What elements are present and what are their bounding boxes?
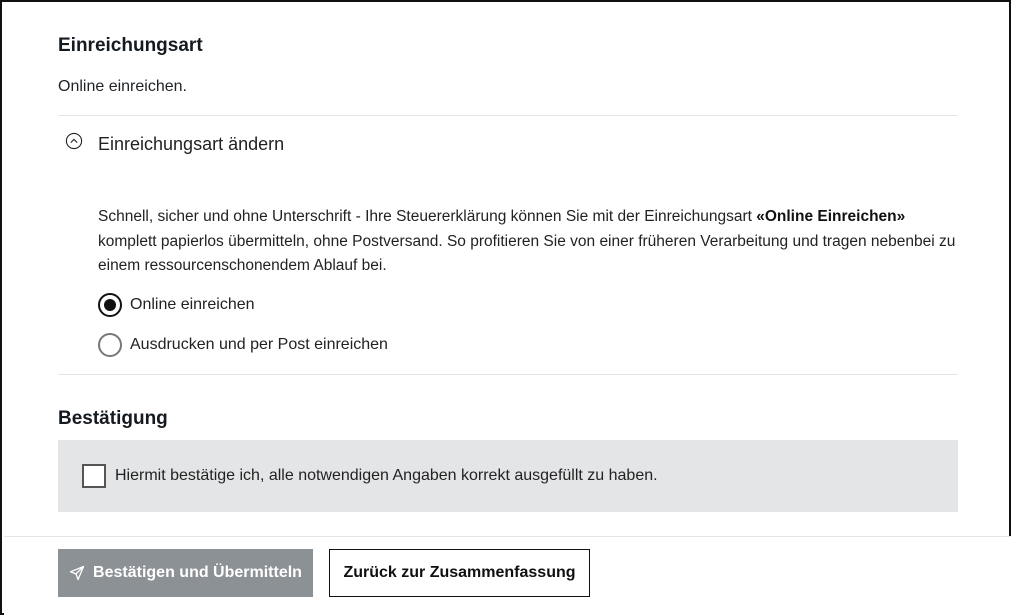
back-to-summary-button[interactable]: Zurück zur Zusammenfassung	[329, 549, 590, 597]
action-footer: Bestätigen und Übermitteln Zurück zur Zu…	[4, 536, 1011, 615]
submission-description: Schnell, sicher und ohne Unterschrift - …	[98, 205, 958, 279]
confirmation-section-title: Bestätigung	[58, 408, 168, 429]
send-icon	[69, 565, 85, 581]
submission-section-title: Einreichungsart	[58, 35, 203, 56]
confirmation-checkbox-label: Hiermit bestätige ich, alle notwendigen …	[115, 467, 658, 484]
radio-label-online: Online einreichen	[130, 296, 255, 313]
radio-button-post[interactable]	[98, 333, 122, 357]
confirmation-box: Hiermit bestätige ich, alle notwendigen …	[58, 440, 958, 512]
confirmation-checkbox[interactable]	[82, 464, 106, 488]
submission-current-value: Online einreichen.	[58, 78, 187, 95]
change-submission-label: Einreichungsart ändern	[98, 134, 285, 154]
divider	[58, 374, 958, 375]
description-text-1: Schnell, sicher und ohne Unterschrift - …	[98, 208, 757, 225]
radio-button-online[interactable]	[98, 293, 122, 317]
submit-button-label: Bestätigen und Übermitteln	[93, 564, 302, 581]
change-submission-toggle[interactable]: Einreichungsart ändern	[58, 128, 958, 162]
chevron-up-circle-icon	[65, 132, 83, 150]
confirmation-checkbox-row[interactable]: Hiermit bestätige ich, alle notwendigen …	[82, 464, 658, 488]
divider	[58, 115, 958, 116]
page-frame: Einreichungsart Online einreichen. Einre…	[0, 0, 1011, 615]
submit-button[interactable]: Bestätigen und Übermitteln	[58, 549, 313, 597]
description-emphasis: «Online Einreichen»	[756, 208, 906, 225]
radio-option-online[interactable]: Online einreichen	[98, 292, 255, 318]
radio-label-post: Ausdrucken und per Post einreichen	[130, 336, 388, 353]
radio-option-post[interactable]: Ausdrucken und per Post einreichen	[98, 332, 388, 358]
description-text-2: komplett papierlos übermitteln, ohne Pos…	[98, 232, 956, 275]
